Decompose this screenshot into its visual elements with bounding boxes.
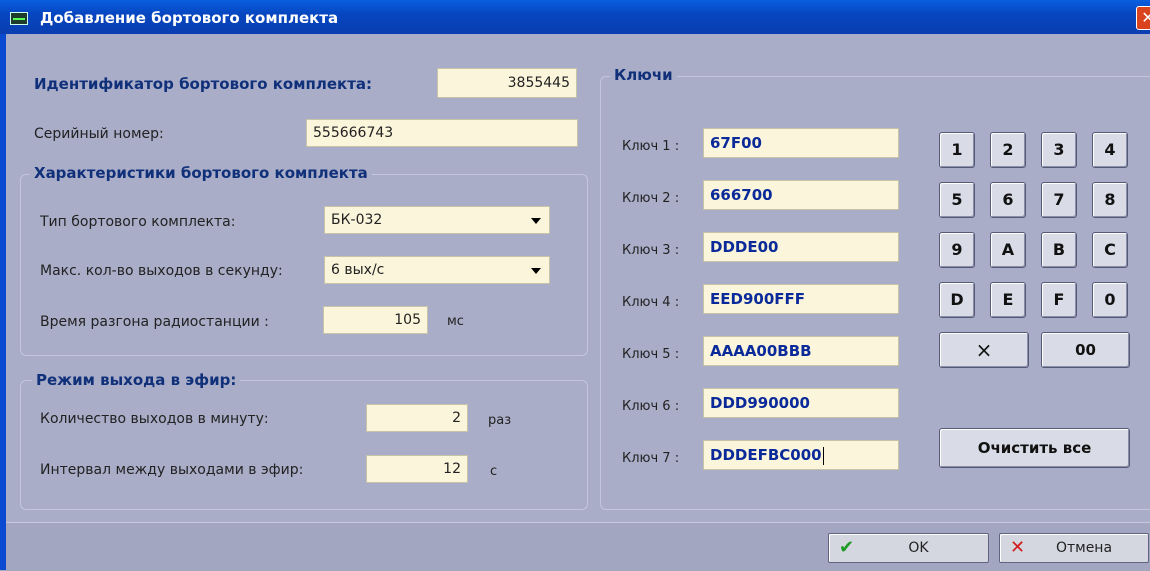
key-label: Ключ 2 : [622, 191, 680, 206]
max-select[interactable]: 6 вых/с [324, 256, 550, 284]
keypad-button[interactable]: 3 [1041, 132, 1077, 168]
key-label: Ключ 3 : [622, 243, 680, 258]
keys-title: Ключи [610, 66, 677, 84]
cancel-label: Отмена [1055, 540, 1113, 556]
serial-label: Серийный номер: [34, 126, 164, 142]
count-field[interactable]: 2 [366, 404, 468, 432]
chevron-down-icon[interactable] [531, 268, 541, 274]
text-caret [822, 446, 824, 465]
key-field-active[interactable]: DDDEFBC000 [703, 440, 899, 470]
ok-button[interactable]: ✔ OK [828, 533, 989, 563]
keypad-button[interactable]: F [1041, 282, 1077, 318]
keypad-button[interactable]: B [1041, 232, 1077, 268]
interval-field[interactable]: 12 [366, 455, 468, 483]
keypad-button[interactable]: A [990, 232, 1026, 268]
chevron-down-icon[interactable] [531, 218, 541, 224]
backspace-button[interactable]: × [939, 332, 1029, 368]
keypad-button[interactable]: C [1092, 232, 1128, 268]
keypad-button[interactable]: 9 [939, 232, 975, 268]
window-frame [0, 34, 6, 570]
accel-label: Время разгона радиостанции : [40, 314, 269, 330]
keypad-button[interactable]: 7 [1041, 182, 1077, 218]
key-field-value: DDDEFBC000 [710, 446, 822, 464]
key-field[interactable]: DDD990000 [703, 388, 899, 418]
keypad-button[interactable]: D [939, 282, 975, 318]
key-label: Ключ 4 : [622, 295, 680, 310]
keypad-button[interactable]: 8 [1092, 182, 1128, 218]
title-bar[interactable]: Добавление бортового комплекта ✕ [0, 0, 1150, 34]
keypad-button[interactable]: 4 [1092, 132, 1128, 168]
interval-label: Интервал между выходами в эфир: [40, 462, 304, 478]
broadcast-group [20, 380, 588, 510]
serial-field[interactable]: 555666743 [306, 119, 578, 147]
clear-all-button[interactable]: Очистить все [939, 428, 1130, 468]
count-label: Количество выходов в минуту: [40, 411, 269, 427]
keypad-button[interactable]: 1 [939, 132, 975, 168]
keypad-button[interactable]: E [990, 282, 1026, 318]
type-select-value: БК-032 [331, 212, 383, 228]
cancel-button[interactable]: ✕ Отмена [999, 533, 1149, 563]
max-label: Макс. кол-во выходов в секунду: [40, 263, 283, 279]
max-select-value: 6 вых/с [331, 262, 385, 278]
double-zero-button[interactable]: 00 [1041, 332, 1130, 368]
keypad-button[interactable]: 6 [990, 182, 1026, 218]
interval-unit: с [490, 464, 498, 479]
key-label: Ключ 6 : [622, 399, 680, 414]
characteristics-title: Характеристики бортового комплекта [30, 164, 372, 182]
key-field[interactable]: AAAA00BBB [703, 336, 899, 366]
count-unit: раз [488, 413, 512, 428]
key-label: Ключ 7 : [622, 451, 680, 466]
window-title: Добавление бортового комплекта [40, 9, 339, 27]
key-field[interactable]: 666700 [703, 180, 899, 210]
keypad-button[interactable]: 2 [990, 132, 1026, 168]
key-label: Ключ 1 : [622, 139, 680, 154]
accel-unit: мс [447, 314, 464, 329]
broadcast-title: Режим выхода в эфир: [32, 371, 241, 389]
ok-label: OK [908, 540, 929, 556]
keypad-button[interactable]: 0 [1092, 282, 1128, 318]
key-label: Ключ 5 : [622, 347, 680, 362]
type-select[interactable]: БК-032 [324, 206, 550, 234]
type-label: Тип бортового комплекта: [40, 214, 236, 230]
identifier-field[interactable]: 3855445 [437, 68, 577, 98]
accel-field[interactable]: 105 [323, 306, 428, 334]
key-field[interactable]: DDDE00 [703, 232, 899, 262]
app-icon [10, 12, 28, 25]
key-field[interactable]: 67F00 [703, 128, 899, 158]
identifier-label: Идентификатор бортового комплекта: [34, 75, 373, 93]
keypad-button[interactable]: 5 [939, 182, 975, 218]
close-icon[interactable]: ✕ [1136, 6, 1150, 30]
key-field[interactable]: EED900FFF [703, 284, 899, 314]
